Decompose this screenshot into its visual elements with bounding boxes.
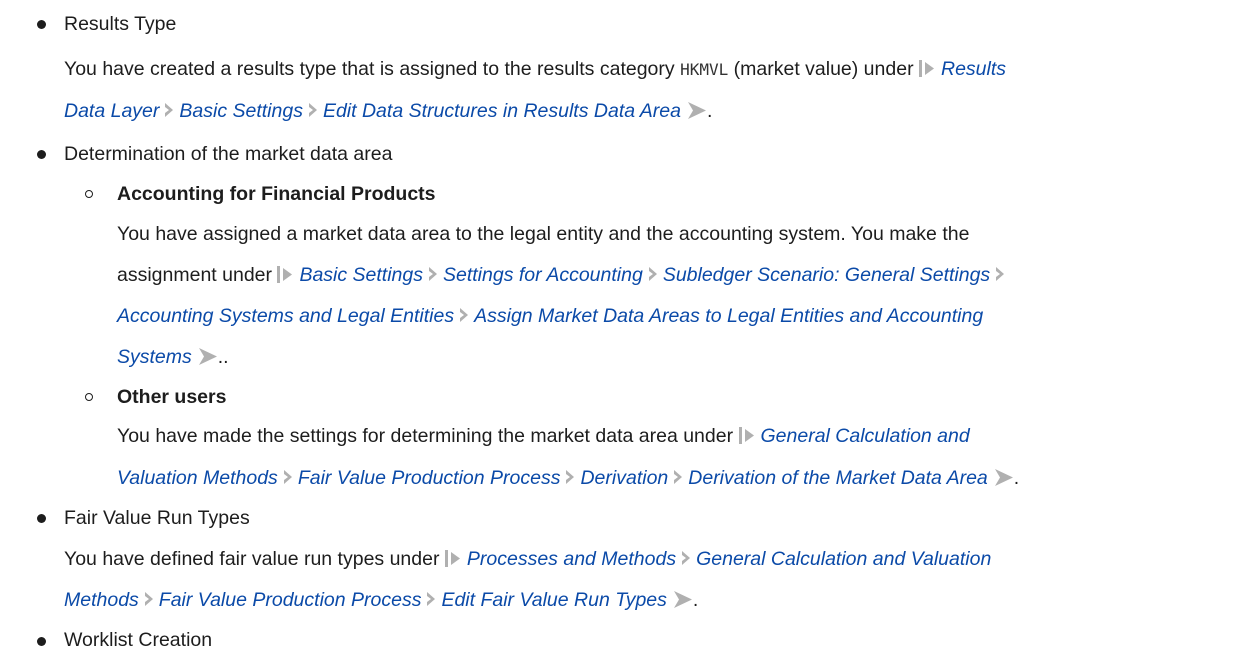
menu-path-start-icon (444, 549, 461, 567)
other-users-text: You have made the settings for determini… (117, 425, 739, 447)
bullet-icon (37, 150, 46, 159)
path-link-accounting-systems[interactable]: Accounting Systems and Legal Entities (117, 305, 454, 327)
path-link-derivation-market-data-area[interactable]: Derivation of the Market Data Area (688, 467, 988, 489)
chevron-right-icon (565, 469, 575, 485)
chevron-right-icon (995, 266, 1005, 282)
menu-path-end-icon (687, 101, 707, 119)
accounting-heading: Accounting for Financial Products (117, 182, 436, 206)
chevron-right-icon (164, 102, 174, 118)
path-link-results[interactable]: Results (941, 58, 1006, 80)
path-link-basic-settings[interactable]: Basic Settings (299, 264, 423, 286)
chevron-right-icon (428, 266, 438, 282)
path-link-assign-market-data-areas[interactable]: Assign Market Data Areas to Legal Entiti… (474, 305, 983, 327)
accounting-path-line-4: Systems.. (117, 345, 229, 369)
worklist-heading: Worklist Creation (64, 628, 212, 652)
chevron-right-icon (144, 591, 154, 607)
menu-path-start-icon (918, 59, 935, 77)
market-data-area-title: Determination of the market data area (64, 143, 393, 165)
results-type-path: Data Layer Basic Settings Edit Data Struct… (64, 99, 712, 123)
path-link-methods[interactable]: Methods (64, 589, 139, 611)
path-link-general-calculation-valuation[interactable]: General Calculation and Valuation (696, 548, 991, 570)
path-link-general-calculation[interactable]: General Calculation and (761, 425, 970, 447)
run-types-desc: You have defined fair value run types un… (64, 547, 991, 571)
results-type-end: . (706, 100, 713, 122)
path-link-processes-and-methods[interactable]: Processes and Methods (467, 548, 676, 570)
chevron-right-icon (426, 591, 436, 607)
circle-bullet-icon (85, 393, 93, 401)
results-type-heading: Results Type (64, 12, 176, 36)
path-link-derivation[interactable]: Derivation (580, 467, 668, 489)
run-types-end: . (692, 589, 699, 611)
path-link-subledger-scenario[interactable]: Subledger Scenario: General Settings (663, 264, 990, 286)
menu-path-end-icon (994, 468, 1014, 486)
results-type-text-2: (market value) under (728, 58, 919, 80)
path-link-data-layer[interactable]: Data Layer (64, 100, 159, 122)
path-link-valuation-methods[interactable]: Valuation Methods (117, 467, 278, 489)
path-link-basic-settings[interactable]: Basic Settings (179, 100, 303, 122)
accounting-path-line-3: Accounting Systems and Legal Entities Ass… (117, 304, 983, 328)
chevron-right-icon (681, 550, 691, 566)
circle-bullet-icon (85, 190, 93, 198)
accounting-end: .. (217, 346, 229, 368)
run-types-path: Methods Fair Value Production Process Edit… (64, 588, 698, 612)
path-link-systems[interactable]: Systems (117, 346, 192, 368)
other-users-title: Other users (117, 386, 227, 408)
menu-path-start-icon (277, 265, 293, 283)
results-category-code: HKMVL (680, 60, 729, 79)
bullet-icon (37, 514, 46, 523)
chevron-right-icon (459, 307, 469, 323)
run-types-text: You have defined fair value run types un… (64, 548, 445, 570)
path-link-edit-fair-value-run-types[interactable]: Edit Fair Value Run Types (441, 589, 666, 611)
menu-path-end-icon (673, 590, 693, 608)
menu-path-end-icon (198, 347, 218, 365)
chevron-right-icon (308, 102, 318, 118)
chevron-right-icon (648, 266, 658, 282)
path-link-fair-value-production[interactable]: Fair Value Production Process (159, 589, 422, 611)
results-type-desc: You have created a results type that is … (64, 57, 1006, 82)
bullet-icon (37, 20, 46, 29)
path-link-edit-data-structures[interactable]: Edit Data Structures in Results Data Are… (323, 100, 681, 122)
chevron-right-icon (673, 469, 683, 485)
accounting-text-1: You have assigned a market data area to … (117, 223, 970, 245)
market-data-area-heading: Determination of the market data area (64, 142, 392, 166)
menu-path-start-icon (738, 426, 755, 444)
results-type-title: Results Type (64, 13, 177, 35)
accounting-desc-line-2: assignment under Basic Settings Settings … (117, 263, 1010, 287)
run-types-heading: Fair Value Run Types (64, 506, 250, 530)
worklist-title: Worklist Creation (64, 629, 213, 651)
other-users-end: . (1013, 467, 1020, 489)
results-type-text-1: You have created a results type that is … (64, 58, 681, 80)
other-users-heading: Other users (117, 385, 226, 409)
run-types-title: Fair Value Run Types (64, 507, 250, 529)
path-link-fair-value-production[interactable]: Fair Value Production Process (298, 467, 561, 489)
chevron-right-icon (283, 469, 293, 485)
bullet-icon (37, 637, 46, 646)
path-link-settings-for-accounting[interactable]: Settings for Accounting (443, 264, 643, 286)
accounting-text-2: assignment under (117, 264, 278, 286)
other-users-path: Valuation Methods Fair Value Production P… (117, 466, 1019, 490)
accounting-title: Accounting for Financial Products (117, 183, 436, 205)
other-users-desc: You have made the settings for determini… (117, 424, 970, 448)
accounting-desc-line-1: You have assigned a market data area to … (117, 222, 969, 246)
